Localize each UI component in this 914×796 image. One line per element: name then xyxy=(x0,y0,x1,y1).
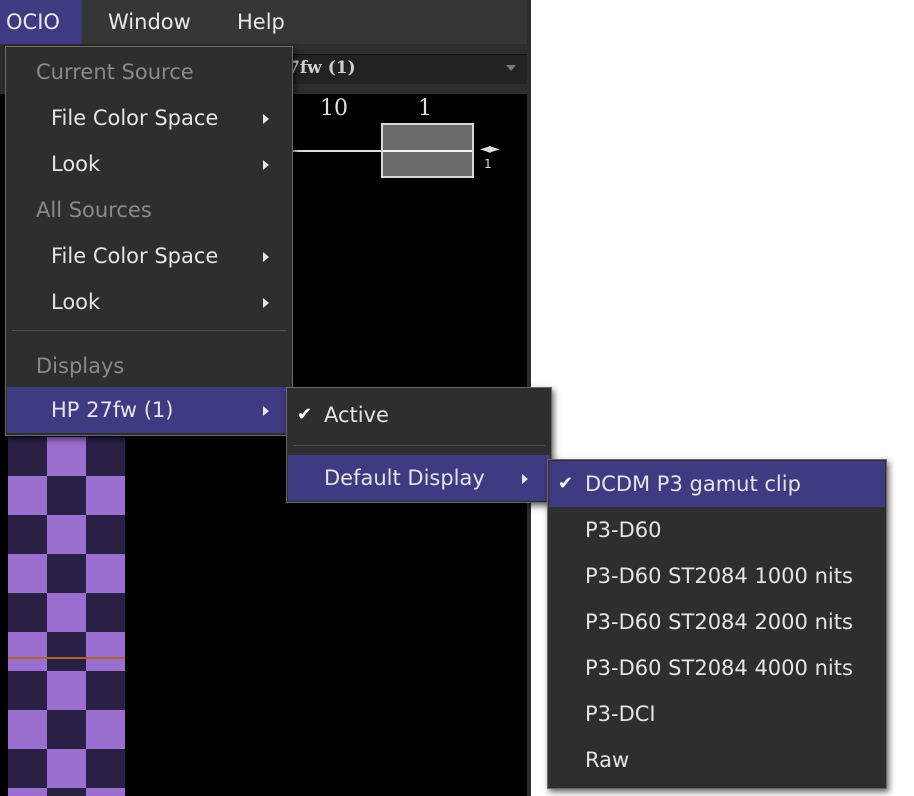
menu-item-view-p3-d60-st2084-1000[interactable]: P3-D60 ST2084 1000 nits xyxy=(549,553,885,599)
submenu-arrow-icon xyxy=(263,298,269,308)
guide-line xyxy=(8,657,125,659)
submenu-arrow-icon xyxy=(263,160,269,170)
menu-item-default-display[interactable]: Default Display xyxy=(288,455,550,501)
menu-item-label: P3-D60 ST2084 4000 nits xyxy=(585,656,853,680)
menu-item-label: Active xyxy=(324,403,389,427)
menu-separator xyxy=(293,445,545,446)
menu-header-label: All Sources xyxy=(36,198,152,222)
menu-item-view-p3-d60[interactable]: P3-D60 xyxy=(549,507,885,553)
menu-item-display-hp27fw[interactable]: HP 27fw (1) xyxy=(7,387,291,433)
menu-item-label: Raw xyxy=(585,748,630,772)
menu-item-all-look[interactable]: Look xyxy=(7,279,291,325)
menu-item-view-p3-dci[interactable]: P3-DCI xyxy=(549,691,885,737)
display-combo-value: 7fw (1) xyxy=(288,58,356,78)
menu-ocio[interactable]: OCIO xyxy=(0,0,82,44)
display-combo[interactable]: 7fw (1) xyxy=(280,54,528,84)
checkmark-icon: ✔ xyxy=(558,473,574,494)
menu-item-view-p3-d60-st2084-4000[interactable]: P3-D60 ST2084 4000 nits xyxy=(549,645,885,691)
ruler-label-left: 10 xyxy=(320,96,348,121)
step-count: 1 xyxy=(484,157,492,171)
menu-item-all-file-color-space[interactable]: File Color Space xyxy=(7,233,291,279)
step-arrows-icon[interactable]: ◄► xyxy=(480,141,499,157)
menu-item-active[interactable]: ✔ Active xyxy=(288,392,550,438)
menu-window[interactable]: Window xyxy=(108,0,191,44)
menu-item-label: HP 27fw (1) xyxy=(51,398,174,422)
submenu-arrow-icon xyxy=(263,406,269,416)
checkmark-icon: ✔ xyxy=(297,404,313,425)
menu-item-label: Look xyxy=(51,290,101,314)
checkerboard-image xyxy=(8,437,125,796)
menu-item-label: Look xyxy=(51,152,101,176)
menu-item-label: P3-DCI xyxy=(585,702,656,726)
menu-item-label: Default Display xyxy=(324,466,485,490)
menu-item-label: File Color Space xyxy=(51,106,219,130)
submenu-arrow-icon xyxy=(263,252,269,262)
menu-header-label: Current Source xyxy=(36,60,194,84)
chevron-down-icon xyxy=(506,65,516,71)
menu-item-current-file-color-space[interactable]: File Color Space xyxy=(7,95,291,141)
menu-item-view-p3-d60-st2084-2000[interactable]: P3-D60 ST2084 2000 nits xyxy=(549,599,885,645)
menubar: OCIO Window Help xyxy=(0,0,531,44)
menu-help[interactable]: Help xyxy=(237,0,285,44)
submenu-arrow-icon xyxy=(522,474,528,484)
menu-item-view-raw[interactable]: Raw xyxy=(549,737,885,783)
menu-item-label: File Color Space xyxy=(51,244,219,268)
view-submenu: ✔ DCDM P3 gamut clip P3-D60 P3-D60 ST208… xyxy=(547,459,887,789)
menu-header-label: Displays xyxy=(36,354,125,378)
ruler-label-right: 1 xyxy=(418,96,432,121)
menu-item-view-dcdm-p3-gamut-clip[interactable]: ✔ DCDM P3 gamut clip xyxy=(549,461,885,507)
menu-header-current-source: Current Source xyxy=(7,49,291,95)
menu-item-label: P3-D60 ST2084 2000 nits xyxy=(585,610,853,634)
menu-header-displays: Displays xyxy=(7,343,291,389)
submenu-arrow-icon xyxy=(263,114,269,124)
timeline-range-line xyxy=(383,150,472,152)
display-submenu: ✔ Active Default Display xyxy=(286,387,552,503)
menu-item-current-look[interactable]: Look xyxy=(7,141,291,187)
ocio-menu: Current Source File Color Space Look All… xyxy=(5,46,293,436)
menu-item-label: P3-D60 xyxy=(585,518,662,542)
menu-item-label: DCDM P3 gamut clip xyxy=(585,472,801,496)
menu-item-label: P3-D60 ST2084 1000 nits xyxy=(585,564,853,588)
menu-separator xyxy=(12,330,286,331)
timeline-track xyxy=(290,150,382,152)
menu-header-all-sources: All Sources xyxy=(7,187,291,233)
